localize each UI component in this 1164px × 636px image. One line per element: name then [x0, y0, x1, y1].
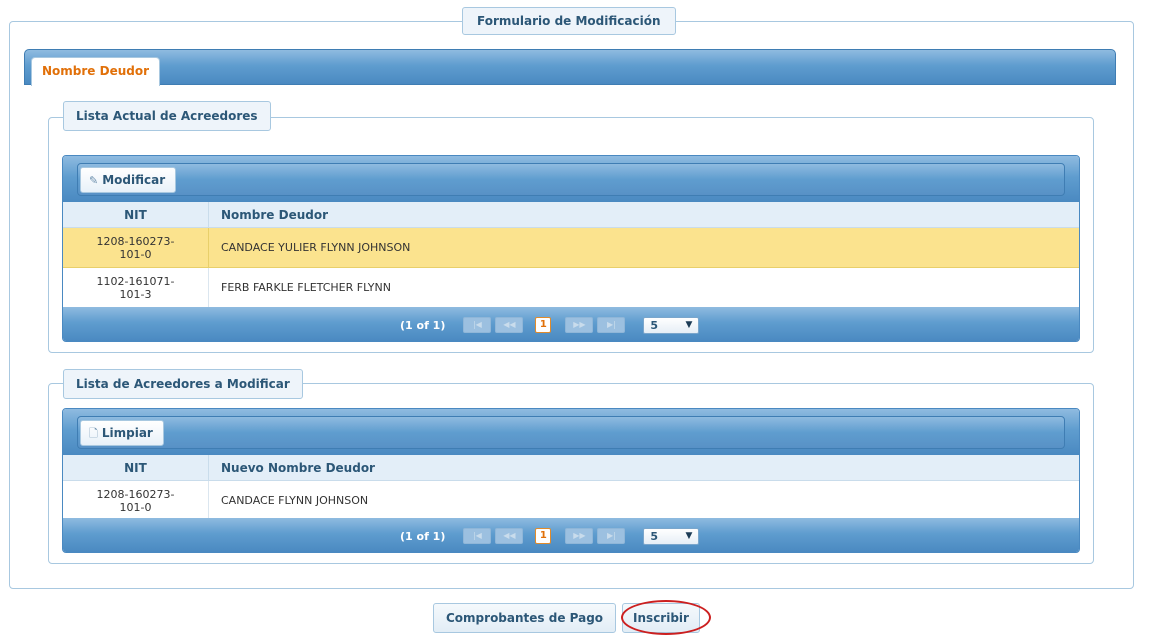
table-row[interactable]: 1102-161071- 101-3 FERB FARKLE FLETCHER …	[63, 268, 1079, 308]
table-toolbar: ✎ Modificar	[63, 156, 1079, 202]
dropdown-arrow-icon: ▼	[685, 531, 693, 541]
last-page-button[interactable]: ▶|	[597, 528, 626, 544]
paginator: (1 of 1) |◀ ◀◀ 1 ▶▶ ▶| 5 ▼	[63, 307, 1079, 341]
nit-cell: 1208-160273- 101-0	[63, 481, 209, 520]
name-cell: CANDACE YULIER FLYNN JOHNSON	[221, 241, 411, 254]
table-toolbar: 🗋 Limpiar	[63, 409, 1079, 455]
creditors-to-modify-legend: Lista de Acreedores a Modificar	[63, 369, 303, 399]
form-title: Formulario de Modificación	[462, 7, 676, 35]
paginator: (1 of 1) |◀ ◀◀ 1 ▶▶ ▶| 5 ▼	[63, 518, 1079, 552]
prev-page-button[interactable]: ◀◀	[495, 528, 524, 544]
prev-page-button[interactable]: ◀◀	[495, 317, 524, 333]
modificar-button[interactable]: ✎ Modificar	[80, 167, 177, 193]
column-header-nit[interactable]: NIT	[63, 455, 209, 480]
rows-per-page-select[interactable]: 5 ▼	[643, 527, 700, 545]
next-page-button[interactable]: ▶▶	[565, 317, 594, 333]
pencil-icon: ✎	[89, 174, 99, 187]
name-cell: CANDACE FLYNN JOHNSON	[221, 494, 369, 507]
next-page-button[interactable]: ▶▶	[565, 528, 594, 544]
limpiar-label: Limpiar	[101, 426, 153, 440]
table-row[interactable]: 1208-160273- 101-0 CANDACE FLYNN JOHNSON	[63, 481, 1079, 521]
tab-bar: Nombre Deudor	[24, 49, 1116, 86]
first-page-button[interactable]: |◀	[463, 317, 492, 333]
rows-per-page-select[interactable]: 5 ▼	[643, 316, 700, 334]
page-number-button[interactable]: 1	[535, 528, 552, 544]
modificar-label: Modificar	[102, 173, 166, 187]
dropdown-arrow-icon: ▼	[685, 320, 693, 330]
name-cell: FERB FARKLE FLETCHER FLYNN	[221, 281, 391, 294]
page-summary: (1 of 1)	[400, 529, 446, 543]
current-creditors-legend: Lista Actual de Acreedores	[63, 101, 271, 131]
current-creditors-table: ✎ Modificar NIT Nombre Deudor 1208-160273…	[62, 155, 1080, 342]
nit-cell: 1102-161071- 101-3	[63, 268, 209, 307]
page-summary: (1 of 1)	[400, 318, 446, 332]
nit-cell: 1208-160273- 101-0	[63, 228, 209, 267]
last-page-button[interactable]: ▶|	[597, 317, 626, 333]
table-row[interactable]: 1208-160273- 101-0 CANDACE YULIER FLYNN …	[63, 228, 1079, 268]
first-page-button[interactable]: |◀	[463, 528, 492, 544]
column-header-nuevo-nombre-deudor[interactable]: Nuevo Nombre Deudor	[209, 455, 1079, 480]
table-header: NIT Nuevo Nombre Deudor	[63, 455, 1079, 481]
table-header: NIT Nombre Deudor	[63, 202, 1079, 228]
tab-nombre-deudor[interactable]: Nombre Deudor	[31, 57, 161, 86]
limpiar-button[interactable]: 🗋 Limpiar	[80, 420, 164, 446]
creditors-to-modify-table: 🗋 Limpiar NIT Nuevo Nombre Deudor 1208-16…	[62, 408, 1080, 553]
comprobantes-de-pago-button[interactable]: Comprobantes de Pago	[433, 603, 617, 633]
column-header-nit[interactable]: NIT	[63, 202, 209, 227]
document-icon: 🗋	[89, 427, 98, 440]
highlight-circle	[621, 600, 711, 635]
column-header-nombre-deudor[interactable]: Nombre Deudor	[209, 202, 1079, 227]
page-number-button[interactable]: 1	[535, 317, 552, 333]
